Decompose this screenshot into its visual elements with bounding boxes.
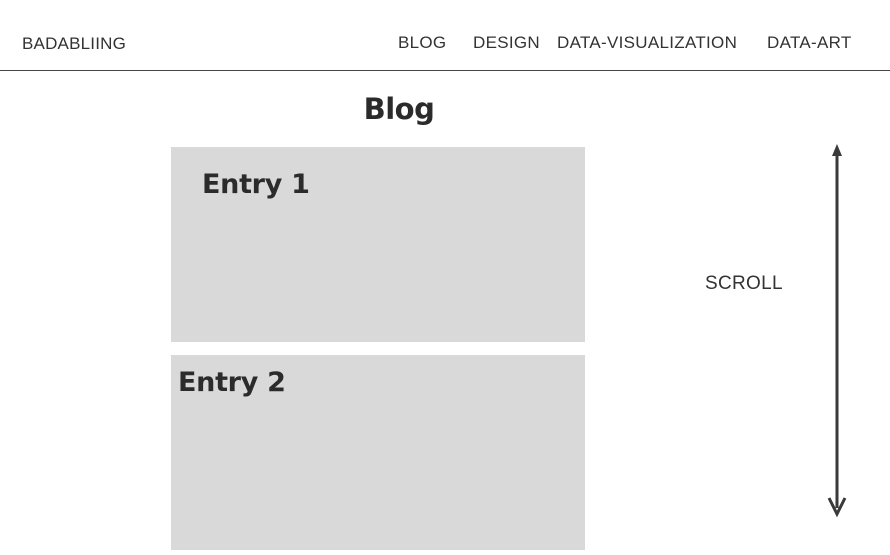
- double-arrow-vertical-icon[interactable]: [826, 142, 848, 518]
- nav-link-blog[interactable]: BLOG: [398, 33, 446, 53]
- scroll-label: SCROLL: [705, 273, 783, 294]
- blog-entry-card-1[interactable]: Entry 1: [171, 147, 585, 342]
- brand-logo-text[interactable]: BADABLIING: [22, 34, 126, 54]
- blog-entry-title-1: Entry 1: [202, 169, 310, 200]
- page-title: Blog: [363, 92, 435, 126]
- nav-link-design[interactable]: DESIGN: [473, 33, 540, 53]
- nav-link-data-art[interactable]: DATA-ART: [767, 33, 852, 53]
- blog-entry-card-2[interactable]: Entry 2: [171, 355, 585, 550]
- blog-entry-title-2: Entry 2: [178, 367, 286, 398]
- nav-link-data-visualization[interactable]: DATA-VISUALIZATION: [557, 33, 737, 53]
- site-header: BADABLIING BLOG DESIGN DATA-VISUALIZATIO…: [0, 0, 890, 71]
